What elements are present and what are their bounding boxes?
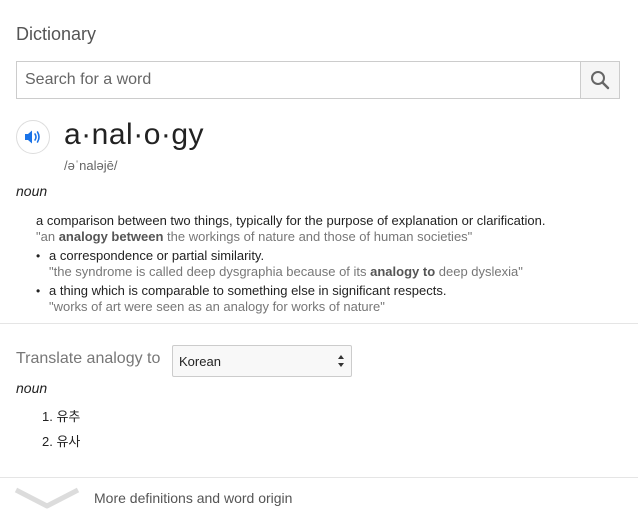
translation-part-of-speech: noun: [16, 380, 48, 396]
section-divider: [0, 323, 638, 324]
footer-divider: [0, 477, 638, 478]
translate-label: Translate analogy to: [16, 350, 161, 367]
dictionary-card: Dictionary a·nal·o·gy /əˈnaləjē/ noun a …: [0, 0, 638, 518]
speaker-icon: [25, 130, 40, 144]
search-box: [16, 61, 620, 99]
bullet-icon: •: [36, 249, 41, 263]
search-input[interactable]: [17, 62, 580, 98]
select-arrows-icon: [338, 355, 344, 367]
definition-example: "an analogy between the workings of natu…: [36, 229, 473, 244]
bullet-icon: •: [36, 284, 41, 298]
headword: a·nal·o·gy: [64, 118, 205, 151]
definition-text: a thing which is comparable to something…: [49, 283, 447, 298]
definition-example: "the syndrome is called deep dysgraphia …: [49, 264, 523, 279]
translation-item: 1. 유추: [42, 409, 81, 424]
sub-definition-item: • a correspondence or partial similarity…: [36, 248, 523, 280]
part-of-speech: noun: [16, 183, 48, 199]
selected-language: Korean: [179, 353, 221, 369]
definition-item: a comparison between two things, typical…: [36, 213, 545, 245]
definition-text: a correspondence or partial similarity.: [49, 248, 265, 263]
phonetic-text: /əˈnaləjē/: [64, 158, 118, 173]
sub-definition-item: • a thing which is comparable to somethi…: [36, 283, 446, 315]
chevron-down-icon[interactable]: [14, 486, 80, 510]
definition-text: a comparison between two things, typical…: [36, 213, 546, 228]
definition-example: "works of art were seen as an analogy fo…: [49, 299, 385, 314]
more-definitions-link[interactable]: More definitions and word origin: [94, 490, 292, 506]
language-select[interactable]: Korean: [172, 345, 352, 377]
pronunciation-button[interactable]: [16, 120, 50, 154]
search-icon: [591, 71, 610, 90]
search-button[interactable]: [580, 62, 619, 98]
translation-item: 2. 유사: [42, 434, 81, 449]
dictionary-title: Dictionary: [16, 24, 97, 44]
